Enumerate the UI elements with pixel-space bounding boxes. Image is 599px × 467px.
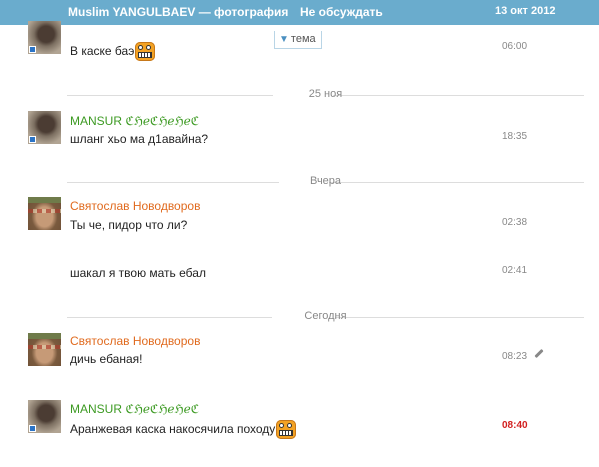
avatar[interactable] — [28, 197, 61, 230]
day-separator: Вчера — [67, 175, 584, 189]
avatar[interactable] — [28, 21, 61, 54]
avatar[interactable] — [28, 400, 61, 433]
online-status-icon — [29, 136, 36, 143]
message-time: 08:23 — [502, 351, 528, 362]
avatar[interactable] — [28, 333, 61, 366]
message-time: 18:35 — [502, 131, 528, 142]
message-text: В каске баэ — [70, 42, 156, 61]
author-name-link[interactable]: Святослав Новодворов — [70, 334, 200, 348]
topic-toggle-button[interactable]: ▼ тема — [274, 31, 322, 49]
top-bar: Muslim YANGULBAEV — фотография Не обсужд… — [0, 0, 599, 25]
message-text: шланг хьо ма д1авайна? — [70, 132, 209, 146]
do-not-discuss-button[interactable]: Не обсуждать — [300, 5, 383, 19]
online-status-icon — [29, 46, 36, 53]
day-separator: 25 ноя — [67, 88, 584, 102]
author-name-link[interactable]: MANSUR ℭℌℯℭℌℯℌℯℭ — [70, 402, 199, 416]
author-name-link[interactable]: MANSUR ℭℌℯℭℌℯℌℯℭ — [70, 114, 199, 128]
pencil-icon[interactable] — [534, 348, 544, 359]
grinning-smiley-icon — [276, 420, 297, 439]
message-time: 08:40 — [502, 420, 528, 431]
message-text: дичь ебаная! — [70, 352, 143, 366]
photo-title-link[interactable]: Muslim YANGULBAEV — фотография — [68, 5, 288, 19]
message-text: шакал я твою мать ебал — [70, 266, 206, 280]
grinning-smiley-icon — [135, 42, 156, 61]
avatar-photo — [28, 333, 61, 366]
online-status-icon — [29, 425, 36, 432]
day-separator: Сегодня — [67, 310, 584, 324]
message-time: 02:38 — [502, 217, 528, 228]
author-name-link[interactable]: Святослав Новодворов — [70, 199, 200, 213]
message-time: 06:00 — [502, 41, 528, 52]
message-text: Аранжевая каска накосячила походу — [70, 420, 297, 439]
avatar-photo — [28, 197, 61, 230]
photo-date: 13 окт 2012 — [495, 5, 556, 17]
message-time: 02:41 — [502, 265, 528, 276]
avatar[interactable] — [28, 111, 61, 144]
topic-label: тема — [290, 33, 316, 45]
message-text: Ты че, пидор что ли? — [70, 218, 188, 232]
triangle-down-icon: ▼ — [279, 34, 289, 45]
